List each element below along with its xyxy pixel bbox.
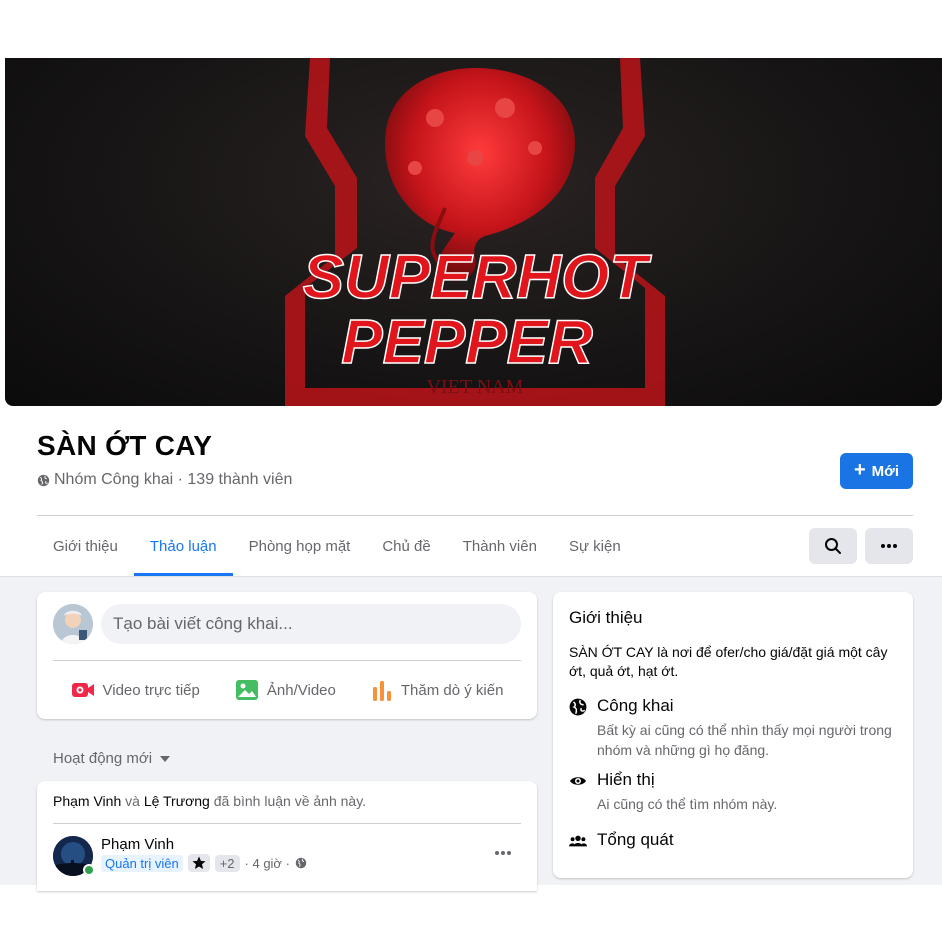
user-avatar[interactable] (53, 604, 93, 644)
live-video-label: Video trực tiếp (102, 681, 200, 699)
composer-divider (53, 660, 521, 661)
poll-button[interactable]: Thăm dò ý kiến (371, 679, 504, 701)
activity-text: đã bình luận về ảnh này. (213, 793, 367, 809)
post-divider (53, 823, 521, 824)
feed-sort-label: Hoạt động mới (53, 750, 153, 767)
tab-rooms[interactable]: Phòng họp mặt (233, 516, 367, 576)
activity-other-link[interactable]: Lệ Trương (144, 793, 210, 809)
post-meta: Quản trị viên +2 · 4 giờ · (101, 854, 307, 872)
online-status-dot (83, 864, 95, 876)
tab-about[interactable]: Giới thiệu (37, 516, 134, 576)
more-dots-icon (881, 544, 897, 548)
cover-photo[interactable]: SUPERHOT PEPPER VIET NAM (5, 58, 942, 406)
poll-icon (372, 681, 391, 701)
feed-post: Phạm Vinh và Lệ Trương đã bình luận về ả… (37, 781, 537, 891)
group-meta-text: Nhóm Công khai · 139 thành viên (54, 471, 293, 488)
live-video-button[interactable]: Video trực tiếp (71, 681, 200, 699)
about-description: SÀN ỚT CAY là nơi để ofer/cho giá/đặt gi… (569, 644, 888, 679)
composer-actions: Video trực tiếp Ảnh/Video Thăm dò ý kiến (53, 670, 521, 710)
group-tabs: Giới thiệu Thảo luận Phòng họp mặt Chủ đ… (37, 516, 637, 576)
more-dots-icon (495, 851, 511, 855)
group-title: SÀN ỚT CAY (37, 430, 213, 461)
globe-icon (295, 857, 307, 869)
search-button[interactable] (809, 528, 857, 564)
eye-icon (570, 777, 586, 785)
photo-video-button[interactable]: Ảnh/Video (235, 679, 336, 701)
tab-events[interactable]: Sự kiện (553, 516, 637, 576)
post-composer: Tạo bài viết công khai... Video trực tiế… (37, 592, 537, 719)
tab-topics[interactable]: Chủ đề (366, 516, 446, 576)
tab-discussion[interactable]: Thảo luận (133, 516, 233, 576)
feed-sort-dropdown[interactable]: Hoạt động mới (53, 750, 171, 767)
people-icon (569, 835, 587, 847)
about-public-title: Công khai (597, 696, 674, 715)
cover-logo-art: SUPERHOT PEPPER VIET NAM (285, 58, 665, 406)
star-icon (192, 856, 206, 869)
star-badge[interactable] (187, 854, 210, 872)
about-title: Giới thiệu (569, 608, 643, 627)
photo-icon (235, 680, 258, 700)
activity-and-text: và (125, 793, 140, 809)
poll-label: Thăm dò ý kiến (400, 681, 504, 699)
about-public-desc: Bất kỳ ai cũng có thể nhìn thấy mọi ngườ… (597, 722, 892, 758)
post-author-name[interactable]: Phạm Vinh (101, 836, 174, 853)
tab-members[interactable]: Thành viên (447, 516, 553, 576)
group-meta: Nhóm Công khai · 139 thành viên (37, 471, 292, 489)
more-options-button[interactable] (865, 528, 913, 564)
post-time[interactable]: · 4 giờ · (245, 856, 290, 871)
about-visible-desc: Ai cũng có thể tìm nhóm này. (597, 796, 778, 812)
cover-logo-text-2: PEPPER (341, 308, 593, 377)
globe-icon (37, 474, 50, 486)
post-activity-line: Phạm Vinh và Lệ Trương đã bình luận về ả… (53, 793, 366, 809)
live-video-icon (71, 683, 94, 697)
caret-down-icon (160, 755, 171, 762)
new-post-label: Mới (871, 462, 899, 480)
group-page: SUPERHOT PEPPER VIET NAM SÀN ỚT CAY Nhóm… (0, 0, 942, 942)
about-general-title: Tổng quát (597, 830, 674, 849)
search-icon (825, 538, 841, 554)
about-visible-title: Hiển thị (597, 770, 655, 789)
more-badges-count[interactable]: +2 (214, 854, 240, 872)
create-post-input[interactable]: Tạo bài viết công khai... (101, 604, 521, 644)
about-card: Giới thiệu SÀN ỚT CAY là nơi để ofer/cho… (553, 592, 913, 878)
cover-logo-text-1: SUPERHOT (303, 243, 653, 312)
photo-video-label: Ảnh/Video (266, 681, 336, 699)
globe-icon (569, 698, 587, 716)
admin-badge[interactable]: Quản trị viên (101, 854, 183, 872)
baby-avatar-image (53, 604, 93, 644)
plus-icon: + (853, 459, 866, 481)
activity-actor-link[interactable]: Phạm Vinh (53, 793, 121, 809)
post-options-button[interactable] (493, 843, 513, 863)
new-post-button[interactable]: + Mới (840, 453, 913, 489)
cover-logo-text-3: VIET NAM (427, 376, 524, 398)
